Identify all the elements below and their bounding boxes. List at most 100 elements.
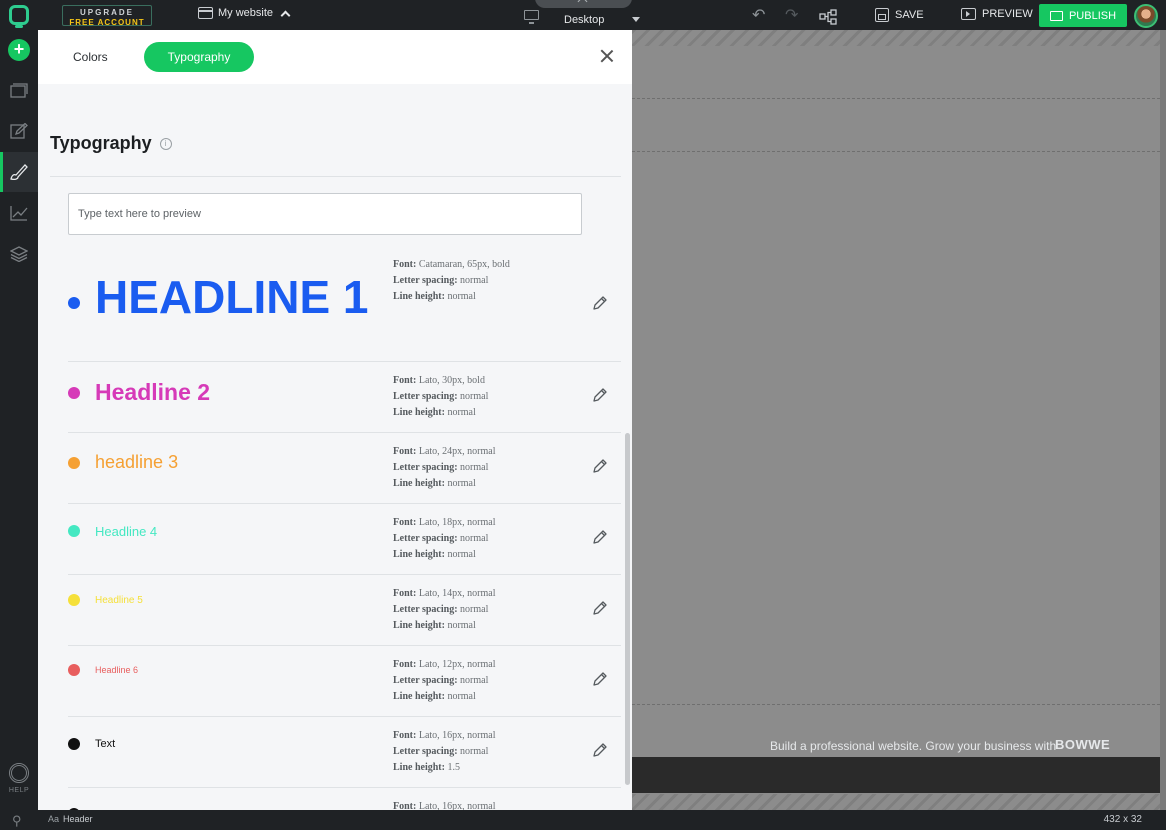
help-button[interactable]: HELP bbox=[0, 763, 38, 794]
style-sample-text: Text bbox=[95, 738, 116, 750]
edit-page-icon bbox=[10, 123, 28, 139]
element-size-readout: 432 x 32 bbox=[1103, 814, 1142, 825]
website-selector[interactable]: My website bbox=[198, 7, 291, 20]
style-font-value: Lato, 16px, normal bbox=[418, 730, 496, 741]
add-element-button[interactable]: + bbox=[8, 39, 30, 61]
section-guide-line bbox=[632, 151, 1160, 152]
preview-button[interactable]: PREVIEW bbox=[961, 8, 1033, 20]
publish-label: PUBLISH bbox=[1068, 9, 1117, 22]
edit-pencil-icon[interactable] bbox=[592, 458, 608, 474]
edit-pencil-icon[interactable] bbox=[592, 295, 608, 311]
typography-style-row[interactable]: Text Font: Lato, 16px, normal Letter spaci… bbox=[68, 717, 621, 788]
typography-style-row[interactable]: Headline 6 Font: Lato, 12px, normal Letter… bbox=[68, 646, 621, 717]
close-icon[interactable] bbox=[600, 49, 614, 63]
style-property-line: Letter spacing: normal bbox=[393, 273, 510, 289]
user-avatar[interactable] bbox=[1134, 4, 1158, 28]
style-property-label: Letter spacing: bbox=[393, 533, 458, 544]
style-property-label: Font: bbox=[393, 659, 417, 670]
style-sample-text: HEADLINE 1 bbox=[95, 271, 369, 323]
style-property-line: Letter spacing: normal bbox=[393, 673, 496, 689]
style-color-dot bbox=[68, 297, 80, 309]
style-property-line: Font: Lato, 18px, normal bbox=[393, 515, 496, 531]
style-property-label: Line height: bbox=[393, 691, 445, 702]
info-icon[interactable]: i bbox=[159, 137, 172, 150]
section-title: Typography bbox=[50, 133, 152, 153]
device-selector[interactable]: Desktop bbox=[564, 14, 604, 26]
style-property-line: Font: Lato, 12px, normal bbox=[393, 657, 496, 673]
browser-window-icon bbox=[198, 7, 213, 19]
style-property-line: Font: Lato, 16px, normal bbox=[393, 799, 496, 810]
panel-scrollbar[interactable] bbox=[625, 433, 630, 785]
publish-screen-icon bbox=[1049, 10, 1063, 21]
style-property-line: Line height: normal bbox=[393, 289, 510, 305]
style-property-label: Font: bbox=[393, 375, 417, 386]
style-properties: Font: Lato, 16px, normal bbox=[393, 799, 496, 810]
upgrade-button[interactable]: UPGRADE FREE ACCOUNT bbox=[62, 5, 152, 27]
floppy-disk-icon bbox=[875, 8, 889, 22]
preview-text-input[interactable] bbox=[68, 193, 582, 235]
style-line-height-value: normal bbox=[447, 291, 476, 302]
site-footer-banner[interactable] bbox=[632, 757, 1160, 793]
typography-style-row[interactable]: Headline 2 Font: Lato, 30px, bold Letter s… bbox=[68, 362, 621, 433]
style-sample-text: headline 3 bbox=[95, 452, 179, 472]
style-color-dot bbox=[68, 387, 80, 399]
edit-pencil-icon[interactable] bbox=[592, 742, 608, 758]
chevron-up-icon bbox=[280, 10, 291, 20]
style-font-value: Lato, 18px, normal bbox=[418, 517, 496, 528]
style-font-value: Lato, 16px, normal bbox=[418, 801, 496, 810]
redo-icon[interactable]: ↷ bbox=[785, 8, 798, 24]
typography-style-row[interactable]: headline 3 Font: Lato, 24px, normal Letter… bbox=[68, 433, 621, 504]
collapse-toolbar-handle[interactable] bbox=[535, 0, 632, 8]
style-line-height-value: normal bbox=[447, 620, 476, 631]
style-property-label: Font: bbox=[393, 517, 417, 528]
edit-pencil-icon[interactable] bbox=[592, 600, 608, 616]
undo-icon[interactable]: ↶ bbox=[752, 8, 765, 24]
selected-element-label: Aa Header bbox=[48, 814, 93, 824]
rail-analytics[interactable] bbox=[0, 193, 38, 233]
tab-typography[interactable]: Typography bbox=[144, 42, 254, 72]
canvas-bottom-margin bbox=[632, 794, 1166, 810]
edit-pencil-icon[interactable] bbox=[592, 671, 608, 687]
style-properties: Font: Lato, 16px, normal Letter spacing: … bbox=[393, 728, 496, 776]
layers-icon bbox=[10, 246, 28, 262]
style-font-value: Catamaran, 65px, bold bbox=[418, 259, 510, 270]
typography-style-row[interactable]: Font: Lato, 16px, normal bbox=[68, 788, 621, 810]
pin-icon[interactable]: ⚲ bbox=[12, 813, 22, 829]
style-letter-spacing-value: normal bbox=[460, 675, 489, 686]
style-property-label: Line height: bbox=[393, 620, 445, 631]
style-letter-spacing-value: normal bbox=[460, 746, 489, 757]
edit-pencil-icon[interactable] bbox=[592, 387, 608, 403]
rail-pages[interactable] bbox=[0, 70, 38, 110]
style-property-label: Font: bbox=[393, 588, 417, 599]
typography-style-row[interactable]: HEADLINE 1 Font: Catamaran, 65px, bold Let… bbox=[68, 254, 621, 362]
style-property-label: Line height: bbox=[393, 291, 445, 302]
top-bar: UPGRADE FREE ACCOUNT My website Desktop … bbox=[0, 0, 1166, 30]
monitor-icon bbox=[524, 10, 539, 24]
style-property-label: Font: bbox=[393, 730, 417, 741]
style-font-value: Lato, 30px, bold bbox=[418, 375, 485, 386]
style-property-label: Letter spacing: bbox=[393, 391, 458, 402]
chart-trend-icon bbox=[10, 206, 28, 221]
publish-button[interactable]: PUBLISH bbox=[1039, 4, 1127, 27]
rail-layers[interactable] bbox=[0, 234, 38, 274]
edit-pencil-icon[interactable] bbox=[592, 529, 608, 545]
style-line-height-value: normal bbox=[447, 549, 476, 560]
typography-style-row[interactable]: Headline 4 Font: Lato, 18px, normal Letter… bbox=[68, 504, 621, 575]
section-guide-line bbox=[632, 704, 1160, 705]
style-property-line: Line height: normal bbox=[393, 405, 488, 421]
brush-icon bbox=[10, 164, 28, 180]
rail-edit[interactable] bbox=[0, 111, 38, 151]
caret-down-icon[interactable] bbox=[632, 17, 640, 22]
style-property-line: Letter spacing: normal bbox=[393, 744, 496, 760]
sitemap-icon[interactable] bbox=[819, 9, 837, 25]
rail-design[interactable] bbox=[0, 152, 38, 192]
tab-colors[interactable]: Colors bbox=[73, 50, 108, 64]
save-button[interactable]: SAVE bbox=[875, 8, 924, 22]
style-font-value: Lato, 12px, normal bbox=[418, 659, 496, 670]
canvas-scrollbar[interactable] bbox=[1160, 30, 1166, 810]
style-property-label: Line height: bbox=[393, 407, 445, 418]
preview-label: PREVIEW bbox=[982, 8, 1033, 20]
typography-style-row[interactable]: Headline 5 Font: Lato, 14px, normal Letter… bbox=[68, 575, 621, 646]
app-logo-icon[interactable] bbox=[9, 5, 29, 28]
canvas-top-margin bbox=[632, 30, 1166, 46]
